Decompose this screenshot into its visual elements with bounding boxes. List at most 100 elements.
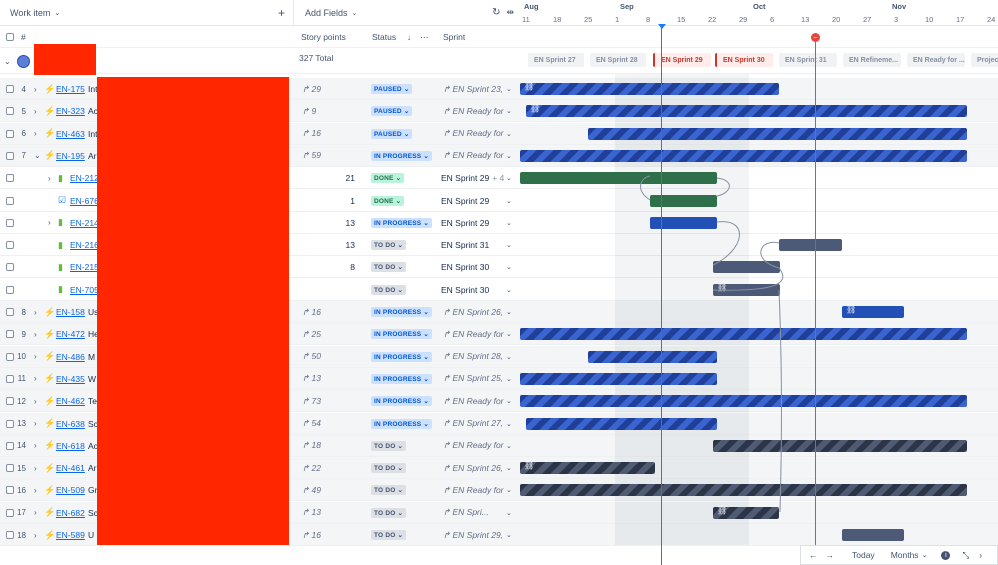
issue-key-link[interactable]: EN-462 (56, 390, 85, 412)
chevron-right-icon[interactable]: › (34, 78, 37, 100)
sprint-value[interactable]: EN Sprint 31 (441, 234, 511, 256)
row-checkbox[interactable] (6, 100, 14, 122)
row-checkbox[interactable] (6, 502, 14, 524)
sprint-value[interactable]: EN Sprint 30 (441, 279, 511, 301)
chevron-down-icon[interactable]: ⌄ (54, 9, 60, 17)
status-badge[interactable]: PAUSED ⌄ (371, 78, 413, 100)
chevron-down-icon[interactable]: ⌄ (506, 457, 512, 479)
add-fields-button[interactable]: Add Fields (305, 8, 348, 18)
chevron-down-icon[interactable]: ⌄ (506, 479, 512, 501)
status-badge[interactable]: IN PROGRESS ⌄ (371, 301, 433, 323)
chevron-right-icon[interactable]: › (34, 479, 37, 501)
issue-key-link[interactable]: EN-212 (70, 167, 99, 189)
today-button[interactable]: Today (852, 550, 875, 560)
sprint-value[interactable]: ↱ EN Ready for (443, 100, 513, 122)
chevron-down-icon[interactable]: ⌄ (506, 234, 512, 256)
row-checkbox[interactable] (6, 212, 14, 234)
issue-key-link[interactable]: EN-158 (56, 301, 85, 323)
issue-key-link[interactable]: EN-195 (56, 145, 85, 167)
chevron-right-icon[interactable]: › (34, 435, 37, 457)
story-points-value[interactable]: 8 (330, 256, 355, 278)
sprint-value[interactable]: ↱ EN Sprint 28, (443, 346, 513, 368)
sprint-value[interactable]: EN Sprint 29 + 4 (441, 167, 511, 189)
issue-key-link[interactable]: EN-682 (56, 502, 85, 524)
sprint-value[interactable]: EN Sprint 29 (441, 190, 511, 212)
issue-title[interactable]: M (88, 346, 95, 368)
status-badge[interactable]: TO DO ⌄ (371, 457, 407, 479)
issue-key-link[interactable]: EN-175 (56, 78, 85, 100)
issue-title[interactable]: Ar (88, 145, 97, 167)
story-points-column-label[interactable]: Story points (301, 26, 346, 48)
sprint-value[interactable]: ↱ EN Sprint 23, (443, 78, 513, 100)
status-badge[interactable]: IN PROGRESS ⌄ (371, 390, 433, 412)
sort-down-icon[interactable]: ↓ (407, 26, 411, 48)
story-points-value[interactable]: 13 (330, 234, 355, 256)
issue-key-link[interactable]: EN-638 (56, 413, 85, 435)
issue-title[interactable]: W (88, 368, 96, 390)
row-checkbox[interactable] (6, 301, 14, 323)
issue-key-link[interactable]: EN-509 (56, 479, 85, 501)
add-icon[interactable]: + (278, 6, 285, 20)
sprint-value[interactable]: ↱ EN Ready for (443, 123, 513, 145)
more-icon[interactable]: ⋯ (420, 26, 429, 48)
chevron-down-icon[interactable]: ⌄ (506, 212, 512, 234)
chevron-right-icon[interactable]: › (34, 123, 37, 145)
status-badge[interactable]: TO DO ⌄ (371, 256, 407, 278)
column-resize-icon[interactable]: ⇹ (506, 7, 514, 18)
chevron-down-icon[interactable]: ⌄ (506, 279, 512, 301)
chevron-down-icon[interactable]: ⌄ (506, 145, 512, 167)
status-badge[interactable]: DONE ⌄ (371, 190, 405, 212)
chevron-down-icon[interactable]: ⌄ (506, 346, 512, 368)
refresh-icon[interactable]: ↻ (492, 7, 500, 18)
status-badge[interactable]: IN PROGRESS ⌄ (371, 368, 433, 390)
next-arrow-icon[interactable]: → (826, 550, 835, 560)
row-checkbox[interactable] (6, 145, 14, 167)
issue-title[interactable]: Ar (88, 457, 97, 479)
issue-key-link[interactable]: EN-214 (70, 212, 99, 234)
status-badge[interactable]: TO DO ⌄ (371, 435, 407, 457)
row-checkbox[interactable] (6, 190, 14, 212)
status-badge[interactable]: IN PROGRESS ⌄ (371, 212, 433, 234)
sprint-value[interactable]: ↱ EN Ready for (443, 323, 513, 345)
status-badge[interactable]: TO DO ⌄ (371, 524, 407, 546)
row-checkbox[interactable] (6, 234, 14, 256)
status-badge[interactable]: PAUSED ⌄ (371, 123, 413, 145)
status-column-label[interactable]: Status (372, 26, 396, 48)
row-checkbox[interactable] (6, 368, 14, 390)
sprint-value[interactable]: ↱ EN Ready for (443, 479, 513, 501)
chevron-down-icon[interactable]: ⌄ (506, 256, 512, 278)
issue-title[interactable]: Te (88, 390, 97, 412)
chevron-right-icon[interactable]: › (34, 301, 37, 323)
sprint-value[interactable]: ↱ EN Ready for (443, 145, 513, 167)
chevron-down-icon[interactable]: ⌄ (506, 100, 512, 122)
status-badge[interactable]: IN PROGRESS ⌄ (371, 413, 433, 435)
row-checkbox[interactable] (6, 479, 14, 501)
issue-key-link[interactable]: EN-618 (56, 435, 85, 457)
chevron-right-icon[interactable]: › (979, 550, 982, 560)
status-badge[interactable]: DONE ⌄ (371, 167, 405, 189)
issue-title[interactable]: U (88, 524, 94, 546)
status-badge[interactable]: TO DO ⌄ (371, 234, 407, 256)
row-checkbox[interactable] (6, 78, 14, 100)
avatar[interactable] (17, 48, 30, 74)
chevron-down-icon[interactable]: ⌄ (352, 9, 358, 17)
issue-key-link[interactable]: EN-216 (70, 234, 99, 256)
row-checkbox[interactable] (6, 524, 14, 546)
story-points-value[interactable]: 13 (330, 212, 355, 234)
chevron-right-icon[interactable]: › (48, 167, 51, 189)
chevron-down-icon[interactable]: ⌄ (506, 390, 512, 412)
chevron-right-icon[interactable]: › (34, 502, 37, 524)
sprint-value[interactable]: ↱ EN Sprint 27, (443, 413, 513, 435)
chevron-down-icon[interactable]: ⌄ (506, 435, 512, 457)
status-badge[interactable]: PAUSED ⌄ (371, 100, 413, 122)
sprint-value[interactable]: ↱ EN Sprint 26, (443, 457, 513, 479)
issue-key-link[interactable]: EN-461 (56, 457, 85, 479)
row-checkbox[interactable] (6, 167, 14, 189)
work-item-column-label[interactable]: Work item (10, 8, 50, 18)
sprint-value[interactable]: ↱ EN Ready for (443, 435, 513, 457)
chevron-down-icon[interactable]: ⌄ (506, 413, 512, 435)
story-points-value[interactable]: 1 (330, 190, 355, 212)
chevron-down-icon[interactable]: ⌄ (506, 368, 512, 390)
chevron-right-icon[interactable]: › (34, 524, 37, 546)
sprint-value[interactable]: EN Sprint 30 (441, 256, 511, 278)
